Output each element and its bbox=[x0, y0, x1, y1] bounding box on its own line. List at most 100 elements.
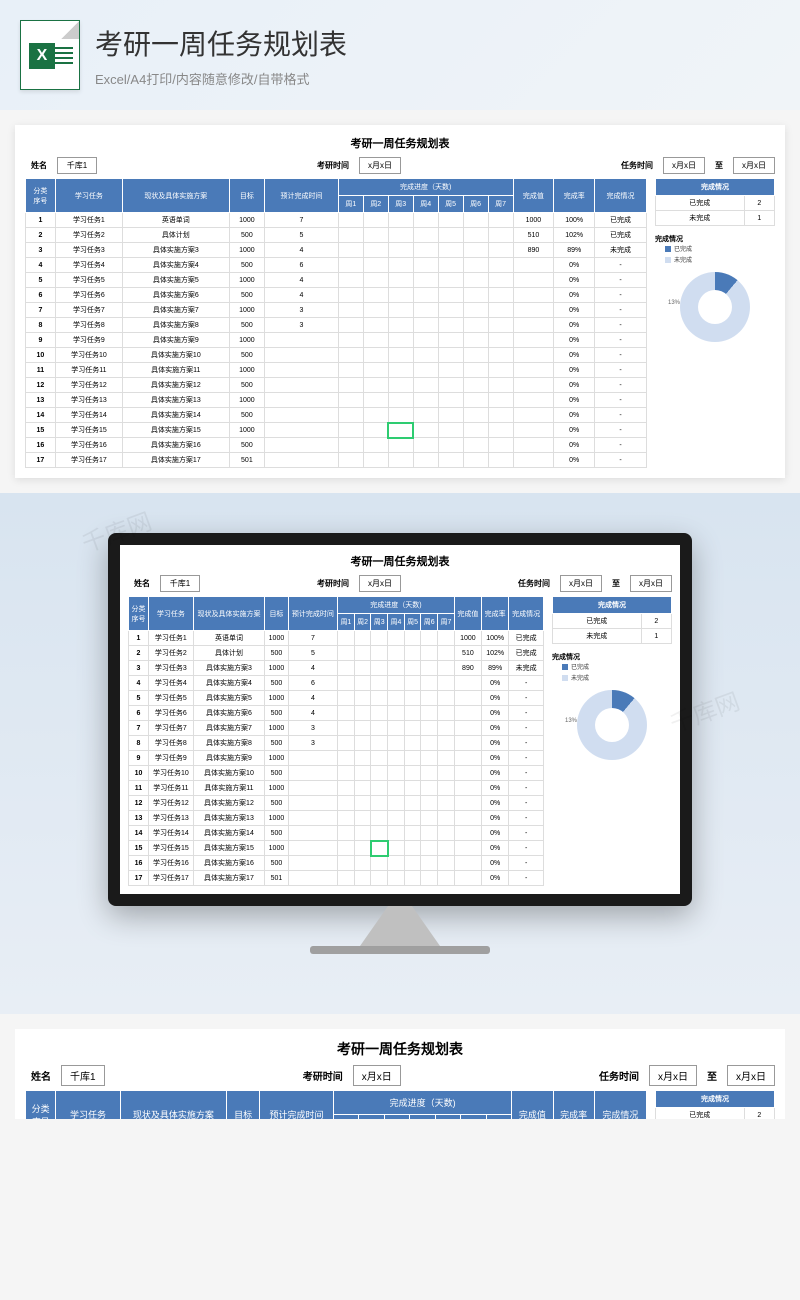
th-week: 周7 bbox=[488, 196, 513, 213]
table-row[interactable]: 3学习任务3具体实施方案31000489089%未完成 bbox=[129, 661, 544, 676]
table-row[interactable]: 17学习任务17具体实施方案175010%- bbox=[129, 871, 544, 886]
info-row: 姓名 千库1 考研时间 x月x日 任务时间 x月x日 至 x月x日 bbox=[25, 1065, 775, 1086]
value-from[interactable]: x月x日 bbox=[663, 157, 705, 174]
th-donerate: 完成率 bbox=[553, 1091, 594, 1120]
th-donerate: 完成率 bbox=[482, 597, 509, 631]
th-status: 完成情况 bbox=[595, 179, 647, 213]
table-row[interactable]: 9学习任务9具体实施方案910000%- bbox=[26, 333, 647, 348]
th-week: 周6 bbox=[421, 614, 438, 631]
value-examtime[interactable]: x月x日 bbox=[359, 575, 401, 592]
side-panel: 完成情况 已完成2 未完成1 完成情况 已完成 未完成 13% bbox=[655, 1090, 775, 1119]
donut-chart: 13% bbox=[680, 272, 750, 342]
label-name: 姓名 bbox=[128, 576, 156, 591]
table-row[interactable]: 14学习任务14具体实施方案145000%- bbox=[26, 408, 647, 423]
table-row[interactable]: 12学习任务12具体实施方案125000%- bbox=[129, 796, 544, 811]
th-doneval: 完成值 bbox=[512, 1091, 553, 1120]
table-row[interactable]: 6学习任务6具体实施方案650040%- bbox=[26, 288, 647, 303]
main-table: 分类序号 学习任务 现状及具体实施方案 目标 预计完成时间 完成进度（天数) 完… bbox=[25, 1090, 647, 1119]
donut-chart: 13% bbox=[577, 690, 647, 760]
summary-table: 完成情况 已完成2 未完成1 bbox=[655, 1090, 775, 1119]
value-to[interactable]: x月x日 bbox=[733, 157, 775, 174]
donut-percent: 13% bbox=[565, 718, 577, 724]
value-to[interactable]: x月x日 bbox=[727, 1065, 775, 1086]
value-from[interactable]: x月x日 bbox=[649, 1065, 697, 1086]
label-examtime: 考研时间 bbox=[297, 1066, 349, 1085]
table-row[interactable]: 12学习任务12具体实施方案125000%- bbox=[26, 378, 647, 393]
info-row: 姓名 千库1 考研时间 x月x日 任务时间 x月x日 至 x月x日 bbox=[25, 157, 775, 174]
label-tasktime: 任务时间 bbox=[615, 158, 659, 173]
table-row[interactable]: 17学习任务17具体实施方案175010%- bbox=[26, 453, 647, 468]
value-name[interactable]: 千库1 bbox=[61, 1065, 105, 1086]
table-row[interactable]: 10学习任务10具体实施方案105000%- bbox=[26, 348, 647, 363]
table-row[interactable]: 4学习任务4具体实施方案450060%- bbox=[129, 676, 544, 691]
th-target: 目标 bbox=[229, 179, 264, 213]
table-row[interactable]: 13学习任务13具体实施方案1310000%- bbox=[129, 811, 544, 826]
table-row[interactable]: 4学习任务4具体实施方案450060%- bbox=[26, 258, 647, 273]
label-tasktime: 任务时间 bbox=[512, 576, 556, 591]
table-row[interactable]: 7学习任务7具体实施方案7100030%- bbox=[26, 303, 647, 318]
monitor-frame: 考研一周任务规划表 姓名 千库1 考研时间 x月x日 任务时间 x月x日 至 x… bbox=[108, 533, 692, 906]
table-row[interactable]: 3学习任务3具体实施方案31000489089%未完成 bbox=[26, 243, 647, 258]
side-panel: 完成情况 已完成2 未完成1 完成情况 已完成 未完成 13% bbox=[655, 178, 775, 468]
table-row[interactable]: 16学习任务16具体实施方案165000%- bbox=[26, 438, 647, 453]
info-row: 姓名 千库1 考研时间 x月x日 任务时间 x月x日 至 x月x日 bbox=[128, 575, 672, 592]
th-progress: 完成进度（天数) bbox=[334, 1091, 512, 1115]
table-row[interactable]: 9学习任务9具体实施方案910000%- bbox=[129, 751, 544, 766]
table-row[interactable]: 8学习任务8具体实施方案850030%- bbox=[26, 318, 647, 333]
spreadsheet-preview-top: 考研一周任务规划表 姓名 千库1 考研时间 x月x日 任务时间 x月x日 至 x… bbox=[15, 125, 785, 478]
table-row[interactable]: 15学习任务15具体实施方案1510000%- bbox=[26, 423, 647, 438]
value-examtime[interactable]: x月x日 bbox=[359, 157, 401, 174]
monitor-mockup-section: 千库网 千库网 考研一周任务规划表 姓名 千库1 考研时间 x月x日 任务时间 … bbox=[0, 493, 800, 1014]
table-row[interactable]: 1学习任务1英语单词100071000100%已完成 bbox=[26, 213, 647, 228]
th-week: 周6 bbox=[463, 196, 488, 213]
table-row[interactable]: 6学习任务6具体实施方案650040%- bbox=[129, 706, 544, 721]
th-week: 周4 bbox=[413, 196, 438, 213]
value-name[interactable]: 千库1 bbox=[57, 157, 97, 174]
value-from[interactable]: x月x日 bbox=[560, 575, 602, 592]
th-target: 目标 bbox=[265, 597, 289, 631]
table-row[interactable]: 16学习任务16具体实施方案165000%- bbox=[129, 856, 544, 871]
th-week: 周3 bbox=[388, 196, 413, 213]
table-row[interactable]: 5学习任务5具体实施方案5100040%- bbox=[129, 691, 544, 706]
table-row[interactable]: 11学习任务11具体实施方案1110000%- bbox=[129, 781, 544, 796]
chart-title: 完成情况 bbox=[552, 652, 672, 662]
sheet-title: 考研一周任务规划表 bbox=[128, 553, 672, 569]
table-row[interactable]: 14学习任务14具体实施方案145000%- bbox=[129, 826, 544, 841]
table-row[interactable]: 2学习任务2具体计划5005510102%已完成 bbox=[129, 646, 544, 661]
table-row[interactable]: 15学习任务15具体实施方案1510000%- bbox=[129, 841, 544, 856]
th-week: 周2 bbox=[354, 614, 371, 631]
table-row[interactable]: 7学习任务7具体实施方案7100030%- bbox=[129, 721, 544, 736]
side-panel: 完成情况 已完成2 未完成1 完成情况 已完成 未完成 13% bbox=[552, 596, 672, 886]
table-row[interactable]: 11学习任务11具体实施方案1110000%- bbox=[26, 363, 647, 378]
main-table: 分类序号 学习任务 现状及具体实施方案 目标 预计完成时间 完成进度（天数) 完… bbox=[25, 178, 647, 468]
value-examtime[interactable]: x月x日 bbox=[353, 1065, 401, 1086]
summary-header: 完成情况 bbox=[656, 179, 775, 196]
table-row[interactable]: 2学习任务2具体计划5005510102%已完成 bbox=[26, 228, 647, 243]
label-examtime: 考研时间 bbox=[311, 576, 355, 591]
table-row[interactable]: 5学习任务5具体实施方案5100040%- bbox=[26, 273, 647, 288]
th-week: 周5 bbox=[438, 196, 463, 213]
chart-legend: 已完成 未完成 bbox=[665, 244, 775, 264]
th-week: 周1 bbox=[334, 1115, 359, 1120]
th-week: 周5 bbox=[404, 614, 421, 631]
th-progress: 完成进度（天数) bbox=[338, 597, 455, 614]
th-task: 学习任务 bbox=[148, 597, 193, 631]
th-week: 周7 bbox=[486, 1115, 511, 1120]
value-to[interactable]: x月x日 bbox=[630, 575, 672, 592]
th-donerate: 完成率 bbox=[554, 179, 595, 213]
table-row[interactable]: 1学习任务1英语单词100071000100%已完成 bbox=[129, 631, 544, 646]
table-row[interactable]: 8学习任务8具体实施方案850030%- bbox=[129, 736, 544, 751]
th-target: 目标 bbox=[227, 1091, 260, 1120]
table-row[interactable]: 10学习任务10具体实施方案105000%- bbox=[129, 766, 544, 781]
donut-percent: 13% bbox=[668, 300, 680, 306]
th-category: 分类序号 bbox=[129, 597, 149, 631]
th-status: 完成情况 bbox=[594, 1091, 646, 1120]
th-week: 周4 bbox=[388, 614, 405, 631]
th-week: 周6 bbox=[461, 1115, 486, 1120]
page-title: 考研一周任务规划表 bbox=[95, 23, 347, 63]
th-doneval: 完成值 bbox=[454, 597, 481, 631]
table-row[interactable]: 13学习任务13具体实施方案1310000%- bbox=[26, 393, 647, 408]
th-task: 学习任务 bbox=[56, 1091, 120, 1120]
th-plan: 现状及具体实施方案 bbox=[122, 179, 229, 213]
value-name[interactable]: 千库1 bbox=[160, 575, 200, 592]
